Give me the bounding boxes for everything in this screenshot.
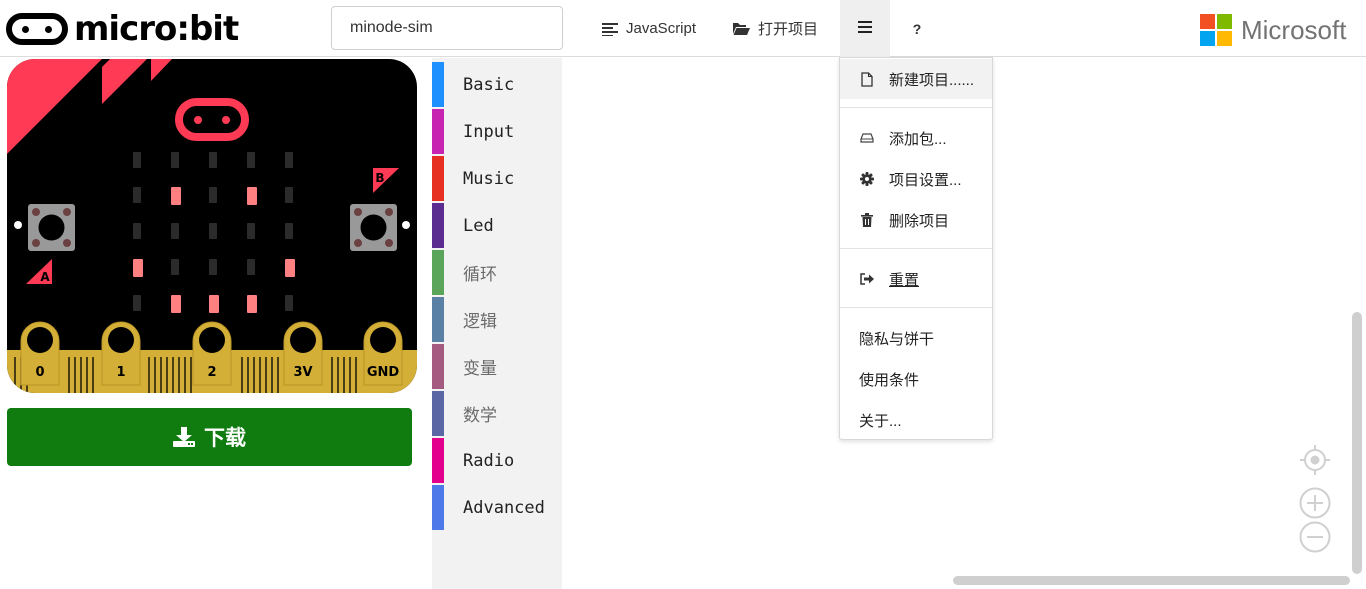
category-label: 循环 — [463, 265, 497, 285]
project-name-input[interactable] — [331, 6, 563, 50]
menu-item-new-project[interactable]: 新建项目...... — [840, 59, 992, 99]
category-label: Radio — [463, 450, 515, 471]
category-loops[interactable]: 循环 — [432, 250, 562, 295]
category-label: 变量 — [463, 359, 497, 379]
menu-item-terms[interactable]: 使用条件 — [840, 359, 992, 399]
file-icon — [859, 71, 875, 87]
target-icon — [1300, 445, 1330, 475]
microsoft-logo-icon — [1200, 14, 1232, 46]
category-variables[interactable]: 变量 — [432, 344, 562, 389]
download-label: 下载 — [204, 426, 246, 450]
category-music[interactable]: Music — [432, 156, 562, 201]
zoom-out-button[interactable] — [1299, 521, 1331, 553]
menu-divider — [840, 307, 992, 308]
category-color-bar — [432, 297, 444, 342]
brand-text: Microsoft — [1241, 14, 1347, 45]
menu-label: 添加包... — [889, 130, 947, 148]
menu-item-privacy[interactable]: 隐私与饼干 — [840, 318, 992, 358]
category-logic[interactable]: 逻辑 — [432, 297, 562, 342]
javascript-icon — [602, 22, 618, 36]
zoom-in-button[interactable] — [1299, 487, 1331, 519]
category-input[interactable]: Input — [432, 109, 562, 154]
javascript-button[interactable]: JavaScript — [602, 0, 696, 57]
category-color-bar — [432, 250, 444, 295]
pin-label: 3V — [293, 365, 312, 380]
menu-item-project-settings[interactable]: 项目设置... — [840, 159, 992, 199]
settings-menu: 新建项目...... 添加包... 项目设置... 删除项目 重置 隐私与饼干 … — [839, 57, 993, 440]
help-label: ? — [912, 20, 922, 37]
pin-label: GND — [367, 365, 400, 380]
trash-icon — [859, 212, 875, 228]
folder-open-icon — [733, 22, 750, 35]
category-color-bar — [432, 203, 444, 248]
microsoft-logo[interactable]: Microsoft — [1200, 14, 1346, 46]
category-label: Music — [463, 168, 515, 189]
sign-out-icon — [859, 271, 875, 287]
menu-item-add-package[interactable]: 添加包... — [840, 118, 992, 158]
menu-divider — [840, 107, 992, 108]
vertical-scrollbar[interactable] — [1352, 312, 1362, 574]
category-label: Basic — [463, 74, 515, 95]
category-label: 数学 — [463, 406, 497, 426]
category-color-bar — [432, 344, 444, 389]
button-b-label: B — [375, 171, 384, 185]
microbit-simulator[interactable]: A B 0 1 2 3V GND — [7, 59, 417, 393]
pin-1[interactable]: 1 — [101, 321, 141, 386]
pin-label: 2 — [207, 365, 216, 380]
category-color-bar — [432, 438, 444, 483]
category-color-bar — [432, 156, 444, 201]
menu-label: 重置 — [889, 271, 920, 289]
category-color-bar — [432, 485, 444, 530]
category-radio[interactable]: Radio — [432, 438, 562, 483]
help-button[interactable]: ? — [906, 0, 928, 57]
recenter-button[interactable] — [1299, 444, 1331, 476]
category-color-bar — [432, 109, 444, 154]
top-bar: micro:bit JavaScript 打开项目 ? Microsoft — [0, 0, 1366, 57]
menu-label: 项目设置... — [889, 171, 962, 189]
category-color-bar — [432, 62, 444, 107]
pin-3v[interactable]: 3V — [283, 321, 323, 386]
logo-text: micro:bit — [74, 9, 239, 49]
zoom-out-icon — [1299, 521, 1331, 553]
button-a-label: A — [40, 270, 50, 284]
menu-label: 使用条件 — [859, 371, 920, 389]
category-math[interactable]: 数学 — [432, 391, 562, 436]
menu-item-reset[interactable]: 重置 — [840, 259, 992, 299]
pin-0[interactable]: 0 — [20, 321, 60, 386]
pin-gnd[interactable]: GND — [363, 321, 403, 386]
menu-label: 关于... — [859, 412, 902, 430]
category-label: 逻辑 — [463, 312, 497, 332]
pin-label: 1 — [116, 365, 125, 380]
open-project-button[interactable]: 打开项目 — [733, 0, 818, 57]
menu-item-delete-project[interactable]: 删除项目 — [840, 200, 992, 240]
drive-icon — [859, 130, 875, 146]
menu-label: 新建项目...... — [889, 71, 975, 89]
open-project-label: 打开项目 — [758, 21, 819, 38]
menu-button[interactable] — [840, 0, 890, 57]
hamburger-icon — [858, 20, 872, 37]
download-button[interactable]: 下载 — [7, 408, 412, 466]
category-label: Input — [463, 121, 515, 142]
gear-icon — [859, 171, 875, 187]
menu-divider — [840, 248, 992, 249]
category-color-bar — [432, 391, 444, 436]
menu-label: 隐私与饼干 — [859, 330, 935, 348]
category-led[interactable]: Led — [432, 203, 562, 248]
block-toolbox: Basic Input Music Led 循环 逻辑 变量 数学 Radio … — [432, 58, 562, 589]
category-basic[interactable]: Basic — [432, 62, 562, 107]
download-icon — [173, 427, 195, 447]
pin-2[interactable]: 2 — [192, 321, 232, 386]
menu-item-about[interactable]: 关于... — [840, 400, 992, 440]
category-advanced[interactable]: Advanced — [432, 485, 562, 530]
horizontal-scrollbar[interactable] — [953, 576, 1350, 585]
category-label: Advanced — [463, 497, 545, 518]
menu-label: 删除项目 — [889, 212, 950, 230]
microbit-logo-icon — [6, 13, 68, 45]
pin-label: 0 — [35, 365, 44, 380]
microbit-logo[interactable]: micro:bit — [6, 8, 239, 50]
zoom-in-icon — [1299, 487, 1331, 519]
category-label: Led — [463, 215, 494, 236]
javascript-label: JavaScript — [626, 20, 697, 37]
